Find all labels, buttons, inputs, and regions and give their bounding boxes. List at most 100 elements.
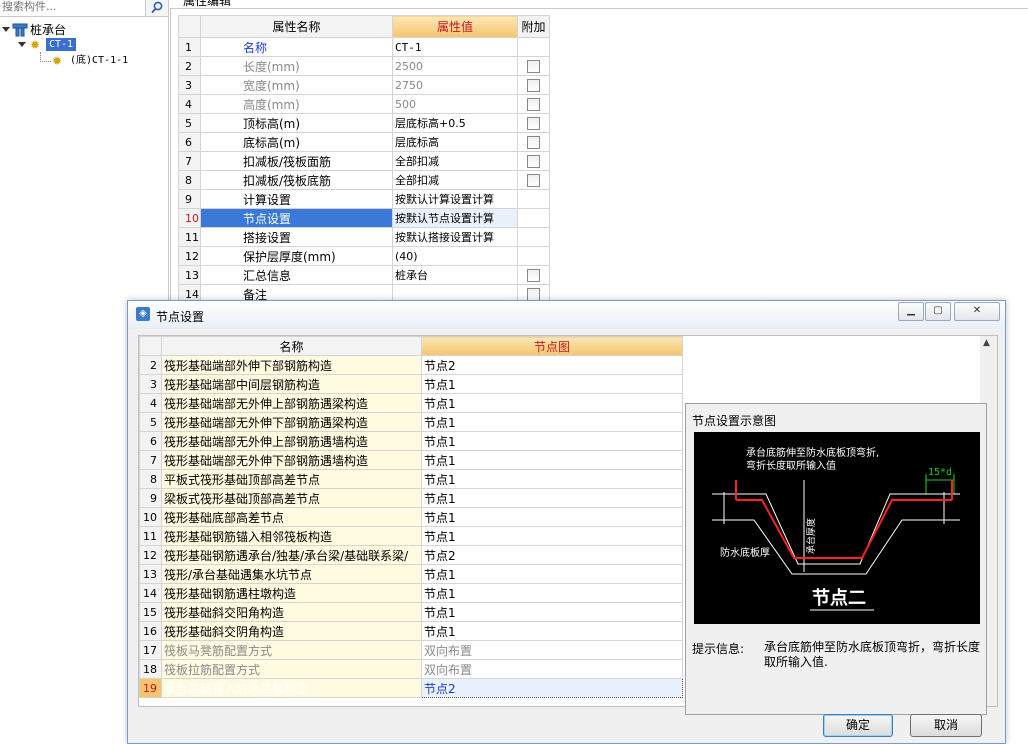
search-button[interactable] <box>145 0 168 16</box>
table-row[interactable]: 15 筏形基础斜交阳角构造 节点1 <box>139 602 683 622</box>
node-name: 筏形基础端部无外伸下部钢筋遇梁构造 <box>161 412 422 432</box>
extra-checkbox[interactable] <box>527 155 540 168</box>
node-name: 筏形基础钢筋遇承台/独基/承台梁/基础联系梁/ <box>161 545 422 565</box>
table-row[interactable]: 3 筏形基础端部中间层钢筋构造 节点1 <box>139 374 683 394</box>
close-button[interactable]: ✕ <box>954 302 1000 321</box>
table-row[interactable]: 4 高度(mm) 500 <box>178 94 550 114</box>
table-row[interactable]: 11 筏形基础钢筋锚入相邻筏板构造 节点1 <box>139 526 683 546</box>
table-row[interactable]: 9 梁板式筏形基础顶部高差节点 节点1 <box>139 488 683 508</box>
property-value[interactable]: 按默认节点设置计算 <box>392 208 518 228</box>
property-value[interactable]: 500 <box>392 94 518 114</box>
scroll-up-icon[interactable]: ▲ <box>983 338 990 348</box>
table-row[interactable]: 14 筏形基础钢筋遇柱墩构造 节点1 <box>139 583 683 603</box>
node-value[interactable]: 节点1 <box>421 507 683 527</box>
property-value[interactable]: 按默认计算设置计算 <box>392 189 518 209</box>
diagram-note-line1: 承台底筋伸至防水底板顶弯折, <box>746 446 879 459</box>
table-row-selected[interactable]: 10 节点设置 按默认节点设置计算 <box>178 208 550 228</box>
collapse-icon[interactable] <box>2 27 10 32</box>
property-value[interactable]: 桩承台 <box>392 265 518 285</box>
extra-checkbox[interactable] <box>527 117 540 130</box>
extra-checkbox[interactable] <box>527 79 540 92</box>
row-number: 6 <box>178 132 201 152</box>
tree-item-label: (底)CT-1-1 <box>70 55 129 66</box>
table-row[interactable]: 9 计算设置 按默认计算设置计算 <box>178 189 550 209</box>
table-row[interactable]: 3 宽度(mm) 2750 <box>178 75 550 95</box>
property-value[interactable]: 层底标高 <box>392 132 518 152</box>
node-value[interactable]: 节点1 <box>421 431 683 451</box>
row-number: 13 <box>178 265 201 285</box>
node-value[interactable]: 节点1 <box>421 621 683 641</box>
table-row[interactable]: 2 长度(mm) 2500 <box>178 56 550 76</box>
property-value[interactable]: 2750 <box>392 75 518 95</box>
table-row[interactable]: 5 顶标高(m) 层底标高+0.5 <box>178 113 550 133</box>
ok-button[interactable]: 确定 <box>823 714 893 737</box>
table-row[interactable]: 10 筏形基础底部高差节点 节点1 <box>139 507 683 527</box>
node-caption: 节点二 <box>812 587 866 609</box>
header-value: 属性值 <box>392 15 518 38</box>
node-value[interactable]: 节点1 <box>421 393 683 413</box>
node-value[interactable]: 节点2 <box>421 678 683 698</box>
table-row[interactable]: 16 筏形基础斜交阴角构造 节点1 <box>139 621 683 641</box>
table-row[interactable]: 6 底标高(m) 层底标高 <box>178 132 550 152</box>
node-value[interactable]: 节点1 <box>421 469 683 489</box>
table-row[interactable]: 8 平板式筏形基础顶部高差节点 节点1 <box>139 469 683 489</box>
node-value[interactable]: 节点1 <box>421 564 683 584</box>
node-value[interactable]: 节点2 <box>421 355 683 375</box>
extra-checkbox[interactable] <box>527 98 540 111</box>
table-row[interactable]: 6 筏形基础端部无外伸上部钢筋遇墙构造 节点1 <box>139 431 683 451</box>
row-number: 3 <box>178 75 201 95</box>
property-value[interactable]: 全部扣减 <box>392 170 518 190</box>
property-value[interactable]: (40) <box>392 246 518 266</box>
node-value[interactable]: 节点2 <box>421 545 683 565</box>
layer-label: 防水底板厚 <box>720 546 770 559</box>
search-input[interactable] <box>0 0 142 14</box>
node-name: 筏板马凳筋配置方式 <box>161 640 422 660</box>
minimize-button[interactable]: ▁ <box>898 302 924 321</box>
dialog-title: 节点设置 <box>156 310 205 324</box>
dialog-titlebar[interactable]: ◈ 节点设置 ▁ ▢ ✕ <box>128 301 1005 329</box>
property-panel-tab[interactable]: 属性编辑 <box>175 0 255 8</box>
slab-bottom-outline <box>712 519 960 575</box>
property-value[interactable]: 层底标高+0.5 <box>392 113 518 133</box>
property-value[interactable]: 2500 <box>392 56 518 76</box>
node-diagram-canvas: 承台底筋伸至防水底板顶弯折, 弯折长度取所输入值 15*d 承台厚度 防水底板厚 <box>694 432 980 624</box>
table-row[interactable]: 13 筏形/承台基础遇集水坑节点 节点1 <box>139 564 683 584</box>
table-row[interactable]: 5 筏形基础端部无外伸下部钢筋遇梁构造 节点1 <box>139 412 683 432</box>
collapse-icon[interactable] <box>18 42 26 47</box>
node-diagram-panel: 节点设置示意图 承台底筋伸至防水底板顶弯折, 弯折长度取所输入值 15*d 承台… <box>685 403 987 715</box>
extra-checkbox[interactable] <box>527 60 540 73</box>
node-value[interactable]: 节点1 <box>421 374 683 394</box>
table-row[interactable]: 12 筏形基础钢筋遇承台/独基/承台梁/基础联系梁/节点2 <box>139 545 683 565</box>
table-row-selected[interactable]: 19 承台底筋锚入防水底板构造 节点2 <box>139 678 683 698</box>
node-value[interactable]: 节点1 <box>421 488 683 508</box>
table-row[interactable]: 1 名称 CT-1 <box>178 37 550 57</box>
header-value: 节点图 <box>421 336 683 356</box>
table-row[interactable]: 17 筏板马凳筋配置方式 双向布置 <box>139 640 683 660</box>
table-row[interactable]: 2 筏形基础端部外伸下部钢筋构造 节点2 <box>139 355 683 375</box>
table-row[interactable]: 11 搭接设置 按默认搭接设置计算 <box>178 227 550 247</box>
node-value[interactable]: 节点1 <box>421 526 683 546</box>
table-row[interactable]: 7 扣减板/筏板面筋 全部扣减 <box>178 151 550 171</box>
table-row[interactable]: 7 筏形基础端部无外伸下部钢筋遇墙构造 节点1 <box>139 450 683 470</box>
node-value[interactable]: 双向布置 <box>421 640 683 660</box>
node-value[interactable]: 节点1 <box>421 583 683 603</box>
node-value[interactable]: 双向布置 <box>421 659 683 679</box>
node-name: 筏形基础底部高差节点 <box>161 507 422 527</box>
table-row[interactable]: 18 筏板拉筋配置方式 双向布置 <box>139 659 683 679</box>
table-row[interactable]: 4 筏形基础端部无外伸上部钢筋遇梁构造 节点1 <box>139 393 683 413</box>
property-value[interactable]: 全部扣减 <box>392 151 518 171</box>
table-row[interactable]: 13 汇总信息 桩承台 <box>178 265 550 285</box>
extra-checkbox[interactable] <box>527 136 540 149</box>
node-name: 筏形基础端部外伸下部钢筋构造 <box>161 355 422 375</box>
table-row[interactable]: 8 扣减板/筏板底筋 全部扣减 <box>178 170 550 190</box>
node-value[interactable]: 节点1 <box>421 412 683 432</box>
extra-checkbox[interactable] <box>527 174 540 187</box>
table-row[interactable]: 12 保护层厚度(mm) (40) <box>178 246 550 266</box>
maximize-button[interactable]: ▢ <box>925 302 951 321</box>
property-value[interactable]: 按默认搭接设置计算 <box>392 227 518 247</box>
node-value[interactable]: 节点1 <box>421 450 683 470</box>
property-value[interactable]: CT-1 <box>392 37 518 57</box>
extra-checkbox[interactable] <box>527 269 540 282</box>
cancel-button[interactable]: 取消 <box>910 714 982 737</box>
node-value[interactable]: 节点1 <box>421 602 683 622</box>
